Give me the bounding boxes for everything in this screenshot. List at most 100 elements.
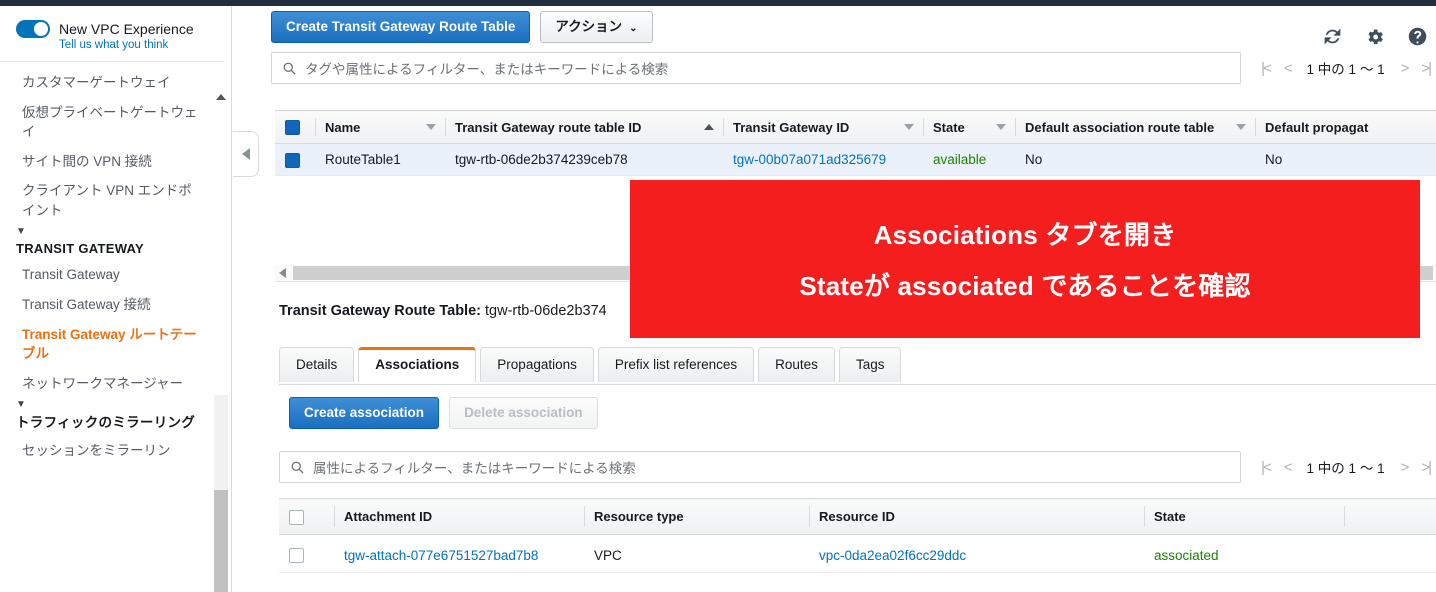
column-assoc-state-label: State <box>1154 509 1186 524</box>
cell-attachment-id[interactable]: tgw-attach-077e6751527bad7b8 <box>334 535 584 573</box>
cell-state: available <box>923 144 1015 176</box>
new-vpc-experience-label: New VPC Experience <box>59 21 194 37</box>
refresh-icon[interactable] <box>1322 26 1343 47</box>
tabs-underline <box>279 384 1436 385</box>
column-resource-id[interactable]: Resource ID <box>809 499 1144 535</box>
pagination-prev-button[interactable]: < <box>1278 60 1297 77</box>
sidebar-item-transit-gateway-attachments[interactable]: Transit Gateway 接続 <box>0 290 231 320</box>
header-icon-group <box>1322 26 1428 47</box>
association-search-input[interactable]: 属性によるフィルター、またはキーワードによる検索 <box>279 451 1241 483</box>
create-association-button[interactable]: Create association <box>289 397 439 429</box>
column-resource-type-label: Resource type <box>594 509 684 524</box>
pagination-last-button[interactable]: >| <box>1415 60 1436 77</box>
chevron-down-icon: ⌄ <box>629 23 637 34</box>
sidebar-item-client-vpn-endpoints[interactable]: クライアント VPN エンドポイント <box>0 176 231 225</box>
cell-transit-gateway-id[interactable]: tgw-00b07a071ad325679 <box>723 144 923 176</box>
tab-prefix-list-references[interactable]: Prefix list references <box>598 347 754 382</box>
sidebar-item-transit-gateway[interactable]: Transit Gateway <box>0 260 231 290</box>
detail-title-label: Transit Gateway Route Table: <box>279 303 481 319</box>
sidebar-group-transit-gateway: TRANSIT GATEWAY <box>0 237 231 260</box>
column-resource-type[interactable]: Resource type <box>584 499 809 535</box>
sidebar-item-virtual-private-gateways[interactable]: 仮想プライベートゲートウェイ <box>0 98 231 147</box>
annotation-line-2: Stateが associated であることを確認 <box>799 266 1250 303</box>
column-default-propagation[interactable]: Default propagat <box>1255 111 1436 144</box>
column-state-label: State <box>933 120 965 135</box>
column-state[interactable]: State <box>923 111 1015 144</box>
annotation-callout: Associations タブを開き Stateが associated である… <box>630 180 1420 338</box>
column-assoc-spacer <box>1344 499 1436 535</box>
cell-name: RouteTable1 <box>315 144 445 176</box>
cell-assoc-state: associated <box>1144 535 1344 573</box>
sidebar-scrollbar-thumb[interactable] <box>214 490 228 592</box>
sidebar-item-customer-gateways[interactable]: カスタマーゲートウェイ <box>0 68 231 98</box>
column-route-table-id[interactable]: Transit Gateway route table ID <box>445 111 723 144</box>
scroll-left-arrow-icon[interactable] <box>279 268 286 278</box>
tab-associations[interactable]: Associations <box>358 347 476 382</box>
column-transit-gateway-id[interactable]: Transit Gateway ID <box>723 111 923 144</box>
column-attachment-id-label: Attachment ID <box>344 509 432 524</box>
sidebar-item-mirror-sessions[interactable]: セッションをミラーリン <box>0 436 231 466</box>
route-tables-table-wrapper: Name Transit Gateway route table ID Tran… <box>275 110 1436 176</box>
table-row[interactable]: tgw-attach-077e6751527bad7b8 VPC vpc-0da… <box>279 535 1436 573</box>
annotation-line-1: Associations タブを開き <box>874 215 1177 252</box>
column-route-table-id-label: Transit Gateway route table ID <box>455 120 641 135</box>
cell-route-table-id: tgw-rtb-06de2b374239ceb78 <box>445 144 723 176</box>
sort-down-icon <box>904 124 914 130</box>
tab-details[interactable]: Details <box>279 347 354 382</box>
table-row[interactable]: RouteTable1 tgw-rtb-06de2b374239ceb78 tg… <box>275 144 1436 176</box>
assoc-pagination-first-button[interactable]: |< <box>1255 459 1276 476</box>
tell-us-what-you-think-link[interactable]: Tell us what you think <box>59 39 223 51</box>
select-all-header <box>275 111 315 144</box>
assoc-pagination-last-button[interactable]: >| <box>1415 459 1436 476</box>
sidebar-collapse-button[interactable] <box>233 131 259 177</box>
main-pagination: |< < 1 中の 1 〜 1 > >| <box>1241 52 1436 84</box>
cell-default-propagation: No <box>1255 144 1436 176</box>
sidebar-group-traffic-mirroring: トラフィックのミラーリング <box>0 410 231 436</box>
tab-tags[interactable]: Tags <box>839 347 902 382</box>
sidebar-nav-list: カスタマーゲートウェイ 仮想プライベートゲートウェイ サイト間の VPN 接続 … <box>0 62 231 466</box>
new-vpc-experience-toggle[interactable] <box>16 20 50 38</box>
associations-table-wrapper: Attachment ID Resource type Resource ID … <box>279 498 1436 573</box>
tab-routes[interactable]: Routes <box>758 347 835 382</box>
sort-up-icon <box>704 124 714 130</box>
search-icon <box>290 460 305 475</box>
select-all-checkbox[interactable] <box>285 120 300 135</box>
column-default-propagation-label: Default propagat <box>1265 120 1368 135</box>
create-transit-gateway-route-table-button[interactable]: Create Transit Gateway Route Table <box>271 11 530 43</box>
sidebar-collapse-caret-1[interactable]: ▼ <box>0 225 231 237</box>
detail-panel-title: Transit Gateway Route Table: tgw-rtb-06d… <box>279 303 607 319</box>
row-select-cell <box>275 144 315 176</box>
sidebar-item-transit-gateway-route-tables[interactable]: Transit Gateway ルートテーブル <box>0 320 231 369</box>
row-checkbox[interactable] <box>285 153 300 168</box>
association-filter-row: 属性によるフィルター、またはキーワードによる検索 |< < 1 中の 1 〜 1… <box>279 451 1436 483</box>
sidebar-item-site-to-site-vpn[interactable]: サイト間の VPN 接続 <box>0 147 231 177</box>
assoc-row-checkbox[interactable] <box>289 548 304 563</box>
assoc-pagination-next-button[interactable]: > <box>1395 459 1414 476</box>
column-attachment-id[interactable]: Attachment ID <box>334 499 584 535</box>
column-name[interactable]: Name <box>315 111 445 144</box>
actions-dropdown-button[interactable]: アクション⌄ <box>540 11 652 43</box>
column-default-association[interactable]: Default association route table <box>1015 111 1255 144</box>
cell-resource-id[interactable]: vpc-0da2ea02f6cc29ddc <box>809 535 1144 573</box>
assoc-pagination-prev-button[interactable]: < <box>1278 459 1297 476</box>
assoc-select-all-checkbox[interactable] <box>289 510 304 525</box>
sidebar-collapse-caret-2[interactable]: ▼ <box>0 398 231 410</box>
search-icon <box>282 61 297 76</box>
associations-table: Attachment ID Resource type Resource ID … <box>279 498 1436 573</box>
column-default-association-label: Default association route table <box>1025 120 1214 135</box>
column-assoc-state[interactable]: State <box>1144 499 1344 535</box>
sidebar-item-network-manager[interactable]: ネットワークマネージャー <box>0 369 231 399</box>
help-icon[interactable] <box>1407 26 1428 47</box>
tab-propagations[interactable]: Propagations <box>480 347 594 382</box>
pagination-next-button[interactable]: > <box>1395 60 1414 77</box>
scroll-up-arrow-icon[interactable] <box>216 94 226 100</box>
cell-default-association: No <box>1015 144 1255 176</box>
new-vpc-experience-block: New VPC Experience Tell us what you thin… <box>0 6 223 62</box>
pagination-first-button[interactable]: |< <box>1255 60 1276 77</box>
main-filter-row: タグや属性によるフィルター、またはキーワードによる検索 |< < 1 中の 1 … <box>271 52 1436 84</box>
search-placeholder: タグや属性によるフィルター、またはキーワードによる検索 <box>305 58 668 78</box>
search-input[interactable]: タグや属性によるフィルター、またはキーワードによる検索 <box>271 52 1241 84</box>
sort-down-icon <box>996 124 1006 130</box>
detail-title-value: tgw-rtb-06de2b374 <box>485 303 607 319</box>
gear-icon[interactable] <box>1365 27 1385 47</box>
